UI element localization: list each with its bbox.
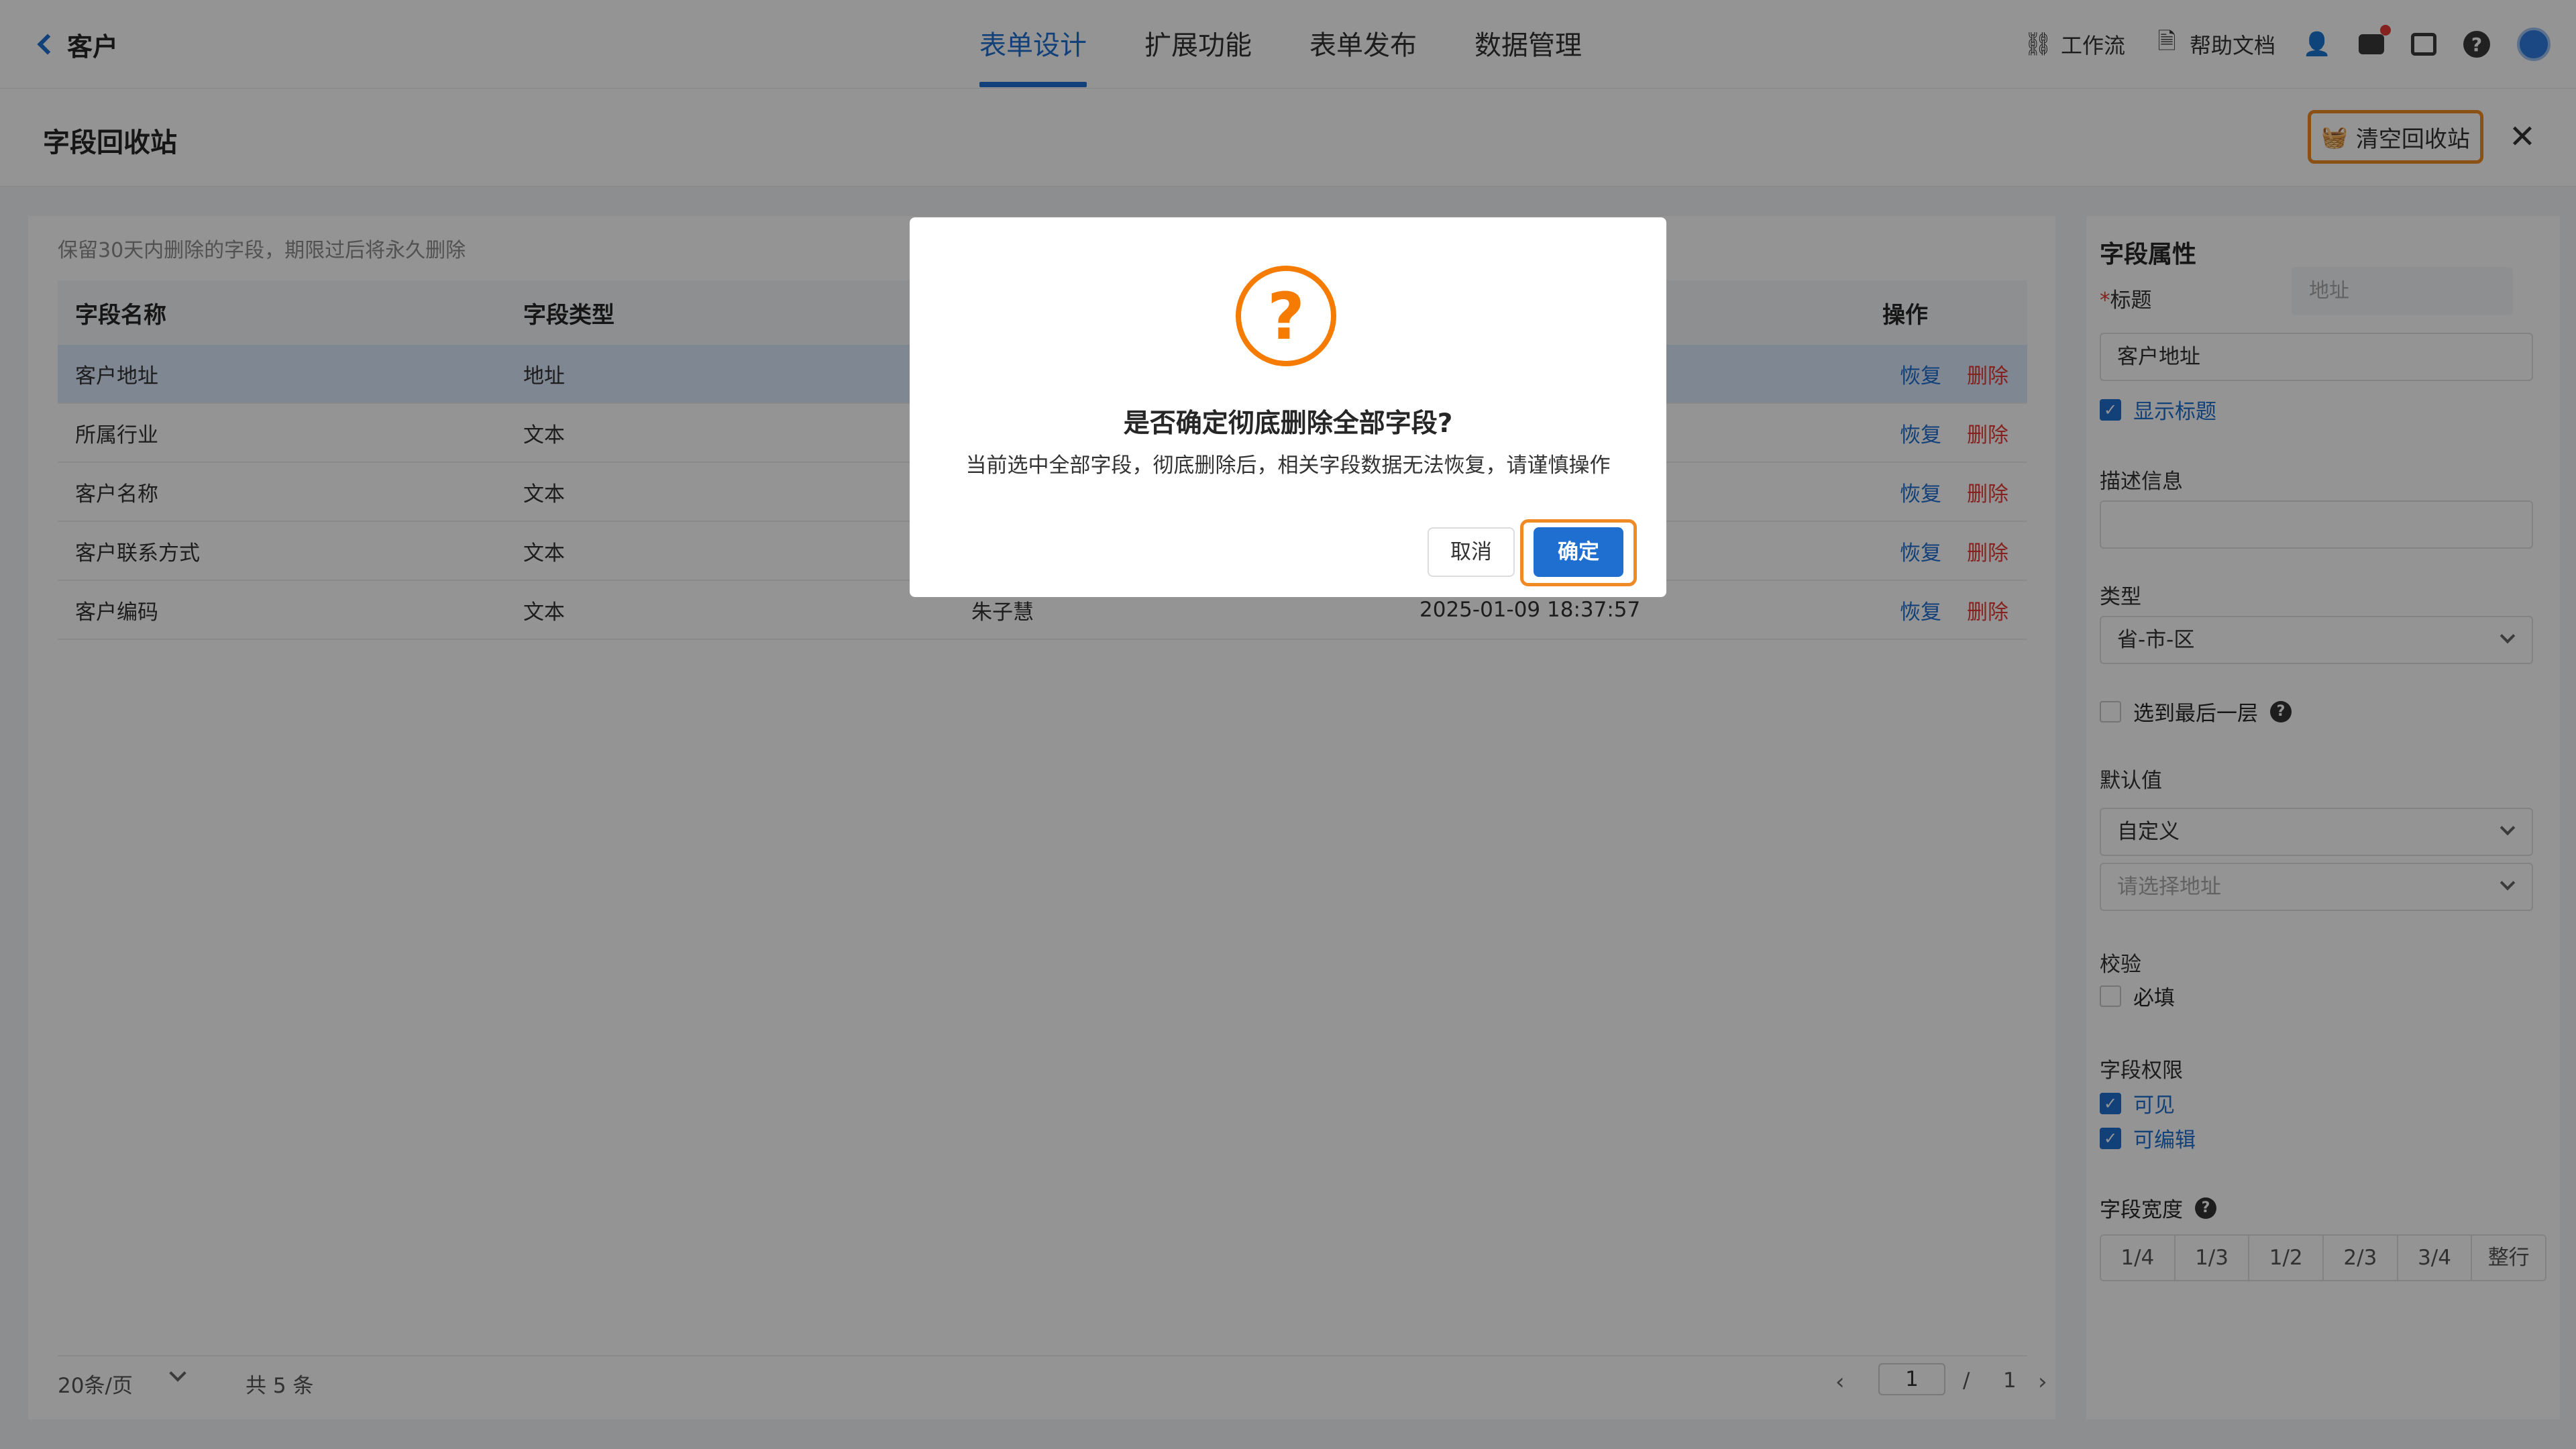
cancel-button[interactable]: 取消: [1428, 527, 1515, 577]
confirm-dialog: ? 是否确定彻底删除全部字段? 当前选中全部字段，彻底删除后，相关字段数据无法恢…: [910, 217, 1666, 597]
confirm-button[interactable]: 确定: [1534, 527, 1623, 577]
question-icon: ?: [1236, 266, 1336, 366]
dialog-description: 当前选中全部字段，彻底删除后，相关字段数据无法恢复，请谨慎操作: [965, 453, 1611, 478]
dialog-title: 是否确定彻底删除全部字段?: [1123, 409, 1453, 439]
